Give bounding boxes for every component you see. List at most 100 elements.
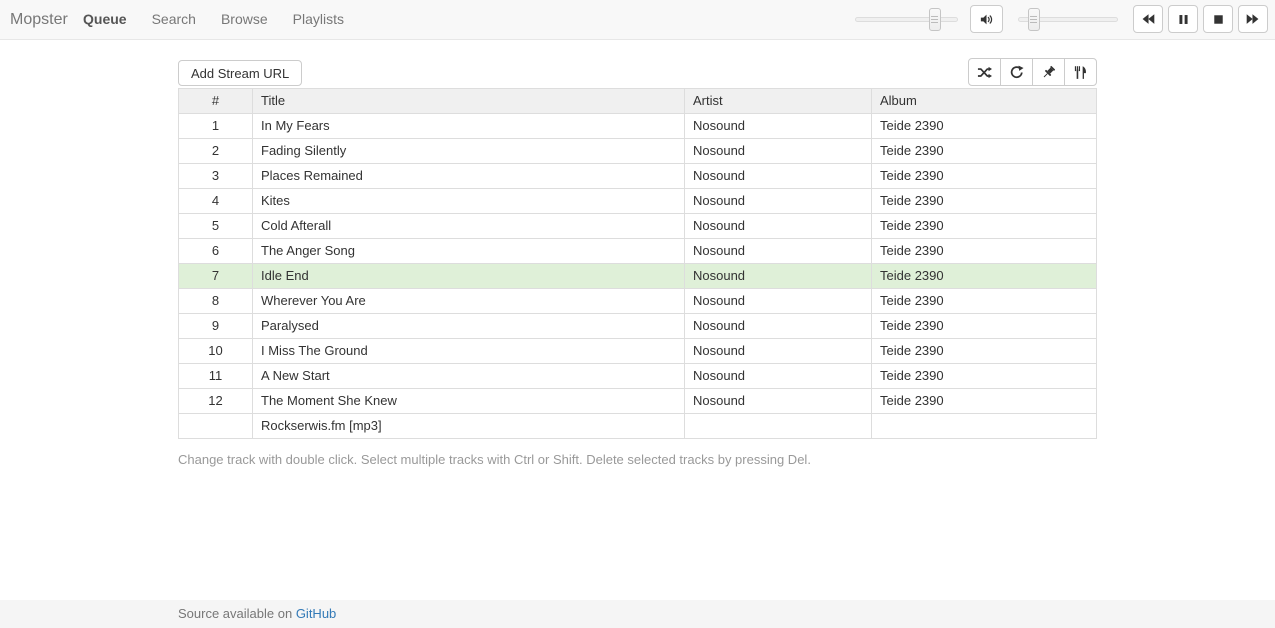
track-artist: Nosound bbox=[685, 389, 872, 414]
track-title: The Moment She Knew bbox=[253, 389, 685, 414]
track-artist: Nosound bbox=[685, 189, 872, 214]
volume-slider-handle[interactable] bbox=[1028, 8, 1040, 31]
track-number: 12 bbox=[179, 389, 253, 414]
table-row[interactable]: 6 The Anger Song Nosound Teide 2390 bbox=[179, 239, 1097, 264]
track-title: The Anger Song bbox=[253, 239, 685, 264]
track-title: A New Start bbox=[253, 364, 685, 389]
track-number: 10 bbox=[179, 339, 253, 364]
track-number: 1 bbox=[179, 114, 253, 139]
track-artist: Nosound bbox=[685, 114, 872, 139]
previous-button[interactable] bbox=[1133, 5, 1163, 33]
table-row[interactable]: 4 Kites Nosound Teide 2390 bbox=[179, 189, 1097, 214]
queue-page: Add Stream URL bbox=[178, 40, 1097, 467]
track-title: In My Fears bbox=[253, 114, 685, 139]
track-title: Places Remained bbox=[253, 164, 685, 189]
footer-text: Source available on GitHub bbox=[178, 600, 1275, 628]
slider-grip bbox=[1030, 16, 1037, 23]
column-header-title: Title bbox=[253, 89, 685, 114]
track-number: 9 bbox=[179, 314, 253, 339]
track-artist: Nosound bbox=[685, 264, 872, 289]
pause-button[interactable] bbox=[1168, 5, 1198, 33]
next-button[interactable] bbox=[1238, 5, 1268, 33]
table-row[interactable]: 2 Fading Silently Nosound Teide 2390 bbox=[179, 139, 1097, 164]
track-title: Cold Afterall bbox=[253, 214, 685, 239]
track-artist: Nosound bbox=[685, 139, 872, 164]
volume-slider[interactable] bbox=[1018, 17, 1118, 22]
repeat-button[interactable] bbox=[1000, 58, 1033, 86]
table-row[interactable]: Rockserwis.fm [mp3] bbox=[179, 414, 1097, 439]
track-artist: Nosound bbox=[685, 314, 872, 339]
track-title: Idle End bbox=[253, 264, 685, 289]
track-album: Teide 2390 bbox=[872, 239, 1097, 264]
track-artist: Nosound bbox=[685, 164, 872, 189]
stop-button[interactable] bbox=[1203, 5, 1233, 33]
table-row[interactable]: 11 A New Start Nosound Teide 2390 bbox=[179, 364, 1097, 389]
page-footer: Source available on GitHub bbox=[0, 600, 1275, 628]
track-number bbox=[179, 414, 253, 439]
table-row[interactable]: 1 In My Fears Nosound Teide 2390 bbox=[179, 114, 1097, 139]
usage-hint: Change track with double click. Select m… bbox=[178, 452, 1097, 467]
track-album: Teide 2390 bbox=[872, 389, 1097, 414]
track-album: Teide 2390 bbox=[872, 189, 1097, 214]
footer-source-text: Source available on bbox=[178, 606, 296, 621]
queue-table-body: 1 In My Fears Nosound Teide 2390 2 Fadin… bbox=[179, 114, 1097, 439]
column-header-number: # bbox=[179, 89, 253, 114]
track-album: Teide 2390 bbox=[872, 364, 1097, 389]
table-row[interactable]: 7 Idle End Nosound Teide 2390 bbox=[179, 264, 1097, 289]
table-row[interactable]: 9 Paralysed Nosound Teide 2390 bbox=[179, 314, 1097, 339]
track-album bbox=[872, 414, 1097, 439]
track-album: Teide 2390 bbox=[872, 289, 1097, 314]
github-link[interactable]: GitHub bbox=[296, 606, 336, 621]
track-artist bbox=[685, 414, 872, 439]
track-number: 2 bbox=[179, 139, 253, 164]
track-album: Teide 2390 bbox=[872, 139, 1097, 164]
column-header-artist: Artist bbox=[685, 89, 872, 114]
track-title: Wherever You Are bbox=[253, 289, 685, 314]
repeat-icon bbox=[1009, 65, 1024, 80]
track-title: Fading Silently bbox=[253, 139, 685, 164]
seek-slider-handle[interactable] bbox=[929, 8, 941, 31]
table-row[interactable]: 3 Places Remained Nosound Teide 2390 bbox=[179, 164, 1097, 189]
stop-icon bbox=[1212, 13, 1225, 26]
app-brand[interactable]: Mopster bbox=[10, 0, 68, 39]
slider-grip bbox=[931, 16, 938, 23]
table-row[interactable]: 5 Cold Afterall Nosound Teide 2390 bbox=[179, 214, 1097, 239]
nav-item-search[interactable]: Search bbox=[152, 0, 196, 39]
track-number: 7 bbox=[179, 264, 253, 289]
track-album: Teide 2390 bbox=[872, 214, 1097, 239]
track-artist: Nosound bbox=[685, 239, 872, 264]
track-artist: Nosound bbox=[685, 339, 872, 364]
track-number: 5 bbox=[179, 214, 253, 239]
track-number: 6 bbox=[179, 239, 253, 264]
track-number: 4 bbox=[179, 189, 253, 214]
table-row[interactable]: 10 I Miss The Ground Nosound Teide 2390 bbox=[179, 339, 1097, 364]
column-header-album: Album bbox=[872, 89, 1097, 114]
pushpin-icon bbox=[1041, 65, 1056, 80]
track-number: 3 bbox=[179, 164, 253, 189]
track-number: 11 bbox=[179, 364, 253, 389]
pause-icon bbox=[1177, 13, 1190, 26]
volume-up-icon bbox=[979, 12, 994, 27]
nav-item-browse[interactable]: Browse bbox=[221, 0, 268, 39]
track-artist: Nosound bbox=[685, 364, 872, 389]
table-header-row: # Title Artist Album bbox=[179, 89, 1097, 114]
cutlery-icon bbox=[1073, 65, 1088, 80]
nav-item-queue[interactable]: Queue bbox=[83, 0, 127, 39]
consume-button[interactable] bbox=[1064, 58, 1097, 86]
playback-controls bbox=[1133, 5, 1268, 33]
queue-table: # Title Artist Album 1 In My Fears Nosou… bbox=[178, 88, 1097, 439]
track-album: Teide 2390 bbox=[872, 314, 1097, 339]
track-album: Teide 2390 bbox=[872, 164, 1097, 189]
track-artist: Nosound bbox=[685, 214, 872, 239]
track-album: Teide 2390 bbox=[872, 264, 1097, 289]
shuffle-button[interactable] bbox=[968, 58, 1001, 86]
fast-forward-icon bbox=[1246, 12, 1260, 26]
table-row[interactable]: 8 Wherever You Are Nosound Teide 2390 bbox=[179, 289, 1097, 314]
seek-slider[interactable] bbox=[855, 17, 958, 22]
nav-item-playlists[interactable]: Playlists bbox=[293, 0, 344, 39]
single-button[interactable] bbox=[1032, 58, 1065, 86]
table-row[interactable]: 12 The Moment She Knew Nosound Teide 239… bbox=[179, 389, 1097, 414]
fast-backward-icon bbox=[1141, 12, 1155, 26]
mute-button[interactable] bbox=[970, 5, 1003, 33]
add-stream-url-button[interactable]: Add Stream URL bbox=[178, 60, 302, 86]
